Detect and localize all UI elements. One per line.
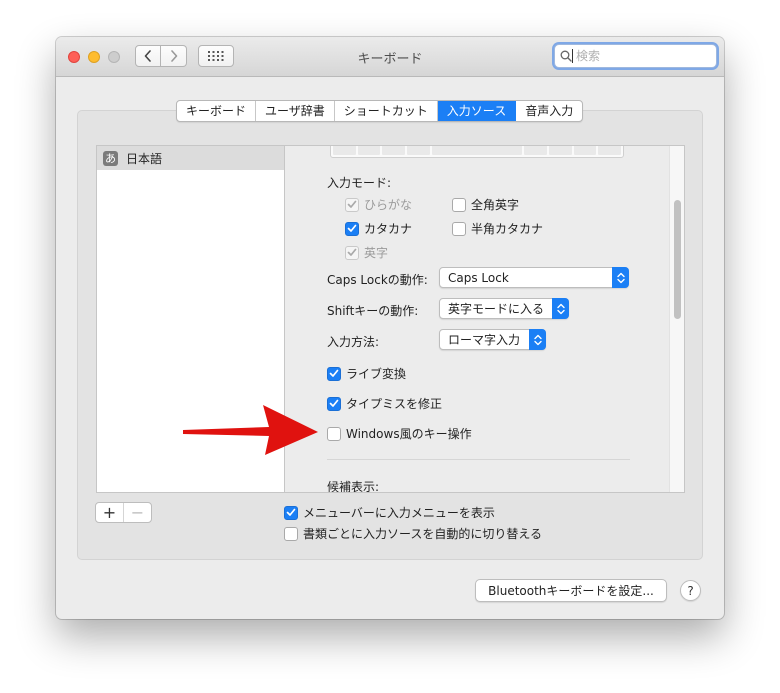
checkmark-icon [347, 224, 357, 232]
red-arrow-icon [183, 405, 318, 455]
input-source-settings: 入力モード: ひらがな 全角英字 カタカナ 半角カタカナ 英字 Caps Loc… [284, 145, 685, 493]
up-down-chevron-icon [612, 267, 629, 288]
popup-value: Caps Lock [448, 270, 509, 285]
input-mode-heading: 入力モード: [327, 176, 392, 190]
checkbox-box[interactable] [452, 197, 466, 212]
tab-keyboard[interactable]: キーボード [177, 101, 257, 121]
tab-dictation[interactable]: 音声入力 [516, 101, 582, 121]
up-down-chevron-icon [529, 329, 546, 350]
tab-shortcuts[interactable]: ショートカット [335, 101, 438, 121]
checkbox-live-conversion[interactable]: ライブ変換 [327, 365, 406, 382]
checkbox-label: 全角英字 [471, 198, 520, 212]
up-down-chevron-icon [552, 298, 569, 319]
checkbox-box[interactable] [452, 221, 466, 236]
shift-label: Shiftキーの動作: [327, 304, 419, 318]
popup-value: ローマ字入力 [448, 333, 521, 347]
list-add-remove-control: + − [95, 502, 152, 523]
checkmark-icon [329, 369, 339, 377]
candidates-heading: 候補表示: [327, 480, 380, 493]
checkbox-label: タイプミスを修正 [346, 397, 443, 411]
checkbox-label: 半角カタカナ [471, 222, 544, 236]
search-icon [560, 50, 572, 62]
checkbox-windows-keys[interactable]: Windows風のキー操作 [327, 425, 472, 442]
checkbox-box[interactable] [284, 526, 298, 541]
title-bar: キーボード [56, 37, 724, 77]
section-divider [327, 459, 630, 460]
checkbox-halfwidth-katakana[interactable]: 半角カタカナ [452, 220, 543, 237]
checkbox-box [345, 197, 359, 212]
checkbox-label: ライブ変換 [346, 367, 407, 381]
list-item-japanese[interactable]: あ 日本語 [97, 146, 285, 170]
input-method-popup[interactable]: ローマ字入力 [439, 329, 546, 350]
search-field[interactable] [554, 44, 717, 68]
remove-source-button[interactable]: − [123, 503, 151, 522]
checkbox-label: ひらがな [364, 198, 413, 212]
checkbox-fullwidth-alpha[interactable]: 全角英字 [452, 196, 519, 213]
checkmark-icon [347, 200, 357, 208]
checkmark-icon [329, 399, 339, 407]
checkbox-box[interactable] [327, 366, 341, 381]
preferences-window: キーボード キーボード ユーザ辞書 ショートカット 入力ソース 音声入力 あ 日… [56, 37, 724, 619]
shift-popup[interactable]: 英字モードに入る [439, 298, 569, 319]
checkbox-label: Windows風のキー操作 [346, 427, 472, 441]
search-input[interactable] [572, 49, 702, 63]
help-button[interactable]: ? [680, 580, 701, 601]
checkbox-fix-typos[interactable]: タイプミスを修正 [327, 395, 442, 412]
checkmark-icon [347, 248, 357, 256]
add-source-button[interactable]: + [96, 503, 123, 522]
checkbox-box[interactable] [345, 221, 359, 236]
tab-bar: キーボード ユーザ辞書 ショートカット 入力ソース 音声入力 [176, 100, 584, 122]
checkbox-label: カタカナ [364, 222, 413, 236]
tab-user-dictionary[interactable]: ユーザ辞書 [256, 101, 335, 121]
checkbox-show-input-menu[interactable]: メニューバーに入力メニューを表示 [284, 504, 495, 521]
checkbox-box[interactable] [284, 505, 298, 520]
caps-lock-label: Caps Lockの動作: [327, 273, 428, 287]
popup-value: 英字モードに入る [448, 302, 545, 316]
checkmark-icon [286, 508, 296, 516]
checkbox-auto-switch-source[interactable]: 書類ごとに入力ソースを自動的に切り替える [284, 525, 542, 542]
checkbox-box [345, 245, 359, 260]
hiragana-icon: あ [103, 150, 118, 166]
setup-bluetooth-keyboard-button[interactable]: Bluetoothキーボードを設定... [475, 579, 667, 602]
checkbox-katakana[interactable]: カタカナ [345, 220, 412, 237]
checkbox-hiragana: ひらがな [345, 196, 412, 213]
tab-input-sources[interactable]: 入力ソース [437, 101, 517, 121]
keyboard-layout-preview [330, 146, 624, 158]
vertical-scrollbar[interactable] [669, 146, 684, 492]
list-item-label: 日本語 [126, 151, 163, 166]
input-method-label: 入力方法: [327, 335, 380, 349]
checkbox-label: メニューバーに入力メニューを表示 [303, 506, 495, 520]
checkbox-box[interactable] [327, 426, 341, 441]
checkbox-box[interactable] [327, 396, 341, 411]
checkbox-label: 書類ごとに入力ソースを自動的に切り替える [303, 527, 543, 541]
scrollbar-thumb[interactable] [674, 200, 681, 319]
checkbox-label: 英字 [364, 246, 389, 260]
caps-lock-popup[interactable]: Caps Lock [439, 267, 629, 288]
checkbox-romaji: 英字 [345, 244, 388, 261]
